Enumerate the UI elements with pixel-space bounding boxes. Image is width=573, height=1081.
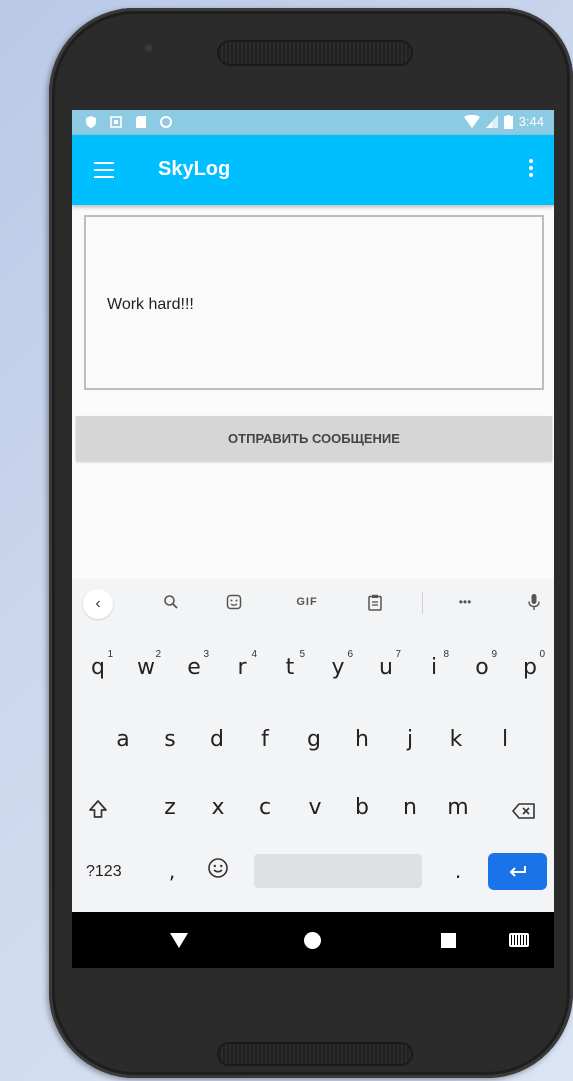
gif-button[interactable]: GIF [292, 591, 322, 613]
key-label: e [187, 655, 201, 680]
comma-key[interactable]: , [162, 859, 182, 883]
status-bar: 3:44 [72, 110, 554, 135]
key-n[interactable]: n [398, 795, 422, 820]
sim-icon [110, 116, 122, 128]
key-label: u [379, 655, 393, 680]
key-number-hint: 2 [155, 649, 161, 660]
symbols-key[interactable]: ?123 [86, 863, 122, 881]
sd-card-icon [136, 116, 146, 128]
key-j[interactable]: j [398, 727, 422, 752]
key-label: w [137, 655, 155, 680]
key-y[interactable]: y6 [326, 649, 353, 680]
keyboard-toolbar: ‹ GIF ••• [72, 579, 554, 624]
key-label: q [91, 655, 105, 680]
clipboard-icon[interactable] [363, 591, 387, 613]
key-number-hint: 6 [347, 649, 353, 660]
key-label: p [523, 655, 537, 680]
shift-icon[interactable] [85, 798, 111, 826]
signal-icon [485, 115, 498, 128]
more-options-icon[interactable] [528, 159, 534, 181]
key-k[interactable]: k [444, 727, 468, 752]
backspace-icon[interactable] [509, 801, 539, 826]
search-icon[interactable] [159, 591, 183, 613]
key-m[interactable]: m [446, 795, 470, 820]
key-h[interactable]: h [350, 727, 374, 752]
key-label: y [331, 655, 345, 680]
key-r[interactable]: r4 [230, 649, 257, 680]
toolbar-divider [422, 592, 423, 614]
more-icon[interactable]: ••• [453, 591, 477, 613]
app-title: SkyLog [158, 158, 231, 180]
sticker-icon[interactable] [222, 591, 246, 613]
phone-screen: 3:44 SkyLog Work hard!!! ОТПРАВИТЬ СООБЩ… [72, 110, 554, 968]
key-g[interactable]: g [302, 727, 326, 752]
top-speaker [217, 40, 413, 66]
key-number-hint: 9 [491, 649, 497, 660]
key-i[interactable]: i8 [422, 649, 449, 680]
microphone-icon[interactable] [522, 591, 546, 613]
key-d[interactable]: d [205, 727, 229, 752]
home-circle-icon[interactable] [304, 932, 321, 949]
bottom-speaker [217, 1042, 413, 1066]
key-s[interactable]: s [158, 727, 182, 752]
key-a[interactable]: a [111, 727, 135, 752]
key-u[interactable]: u7 [374, 649, 401, 680]
wifi-icon [463, 115, 480, 128]
key-o[interactable]: o9 [470, 649, 497, 680]
key-number-hint: 7 [395, 649, 401, 660]
navigation-bar [72, 912, 554, 968]
key-number-hint: 1 [107, 649, 113, 660]
space-bar[interactable] [254, 854, 422, 888]
key-q[interactable]: q1 [86, 649, 113, 680]
send-message-button[interactable]: ОТПРАВИТЬ СООБЩЕНИЕ [76, 416, 552, 461]
recents-square-icon[interactable] [441, 933, 456, 948]
key-l[interactable]: l [493, 727, 517, 752]
key-p[interactable]: p0 [518, 649, 545, 680]
key-number-hint: 3 [203, 649, 209, 660]
key-label: i [430, 655, 438, 680]
message-input[interactable]: Work hard!!! [84, 215, 544, 390]
key-e[interactable]: e3 [182, 649, 209, 680]
key-label: o [475, 655, 489, 680]
shield-icon [86, 116, 96, 128]
chevron-left-icon[interactable]: ‹ [83, 589, 113, 619]
circle-icon [160, 116, 172, 128]
key-label: t [285, 655, 295, 680]
key-number-hint: 4 [251, 649, 257, 660]
soft-keyboard: ‹ GIF ••• q1w2e3r4t5y6u7i8o9p0 asdfghjkl [72, 579, 554, 912]
hamburger-menu-icon[interactable] [94, 162, 114, 178]
battery-icon [503, 114, 513, 129]
period-key[interactable]: . [450, 859, 466, 883]
key-label: r [237, 655, 247, 680]
status-time: 3:44 [518, 114, 544, 129]
enter-icon [509, 865, 526, 877]
key-number-hint: 0 [539, 649, 545, 660]
key-f[interactable]: f [253, 727, 277, 752]
key-w[interactable]: w2 [134, 649, 161, 680]
enter-key[interactable] [488, 853, 547, 890]
key-x[interactable]: x [206, 795, 230, 820]
back-triangle-icon[interactable] [170, 933, 188, 948]
key-t[interactable]: t5 [278, 649, 305, 680]
key-b[interactable]: b [350, 795, 374, 820]
emoji-icon[interactable] [205, 857, 231, 885]
front-camera [144, 43, 154, 53]
key-z[interactable]: z [158, 795, 182, 820]
app-bar: SkyLog [72, 135, 554, 205]
key-number-hint: 5 [299, 649, 305, 660]
key-v[interactable]: v [303, 795, 327, 820]
key-c[interactable]: c [253, 795, 277, 820]
message-text: Work hard!!! [107, 296, 194, 313]
keyboard-switch-icon[interactable] [509, 933, 529, 947]
key-number-hint: 8 [443, 649, 449, 660]
